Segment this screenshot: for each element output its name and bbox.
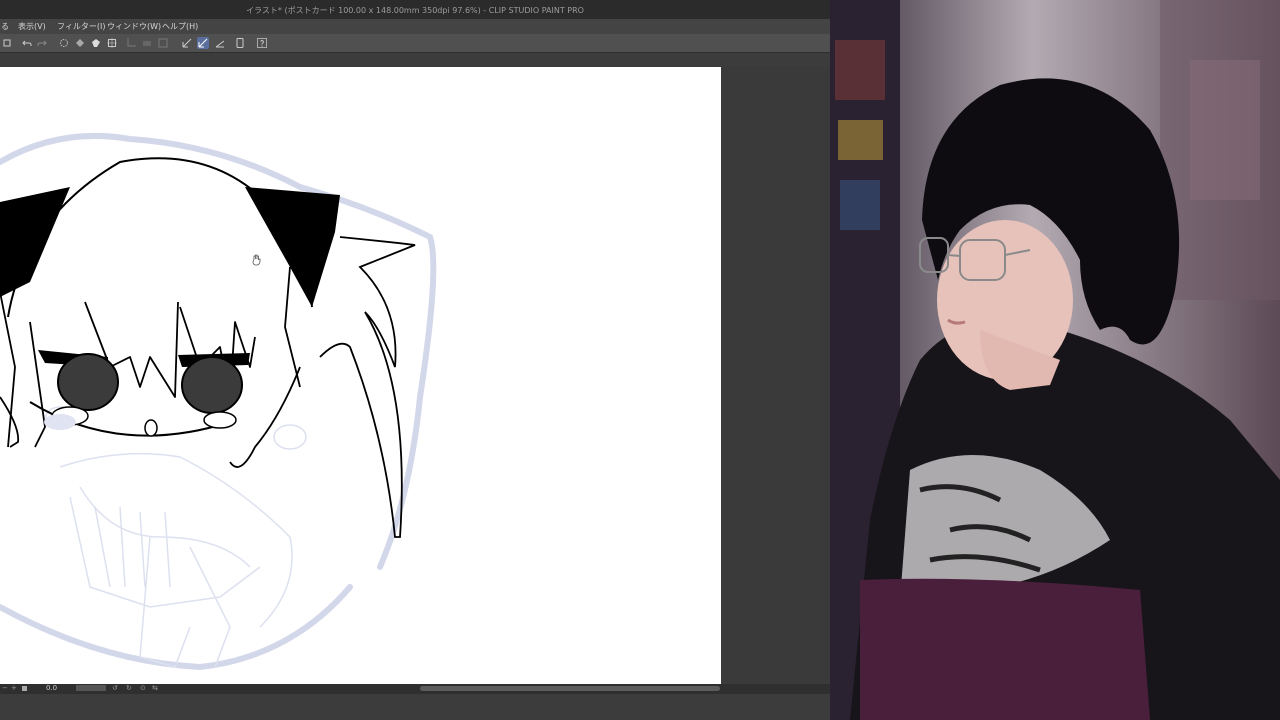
ruler-icon[interactable] (181, 37, 193, 49)
drawing-canvas[interactable] (0, 67, 721, 684)
rotate-right-icon[interactable]: ↻ (126, 684, 132, 693)
menu-item-help[interactable]: ヘルプ(H) (162, 19, 198, 34)
tool-property-strip (0, 53, 830, 66)
webcam-image (830, 0, 1280, 720)
menu-bar: る 表示(V) フィルター(I) ウィンドウ(W) ヘルプ(H) (0, 19, 830, 34)
window-title: イラスト* (ポストカード 100.00 x 148.00mm 350dpi 9… (246, 6, 584, 15)
fit-icon[interactable] (22, 686, 27, 691)
tablet-icon[interactable] (234, 37, 246, 49)
command-bar (0, 34, 830, 53)
help-icon[interactable] (256, 37, 268, 49)
clear-selection-icon[interactable] (58, 37, 70, 49)
sketch-body (45, 406, 307, 668)
right-ear (245, 187, 340, 307)
menu-item-view[interactable]: 表示(V) (18, 19, 46, 34)
title-bar: イラスト* (ポストカード 100.00 x 148.00mm 350dpi 9… (0, 0, 830, 19)
hand-cursor-icon (252, 254, 261, 266)
menu-item-partial[interactable]: る (1, 19, 9, 34)
clip-studio-window: イラスト* (ポストカード 100.00 x 148.00mm 350dpi 9… (0, 0, 830, 720)
undo-icon[interactable] (21, 37, 33, 49)
save-icon[interactable] (1, 37, 13, 49)
reset-rotation-icon[interactable]: ⊙ (140, 684, 146, 693)
snap-ruler-icon[interactable] (197, 37, 209, 49)
zoom-out-icon[interactable]: − (2, 684, 8, 693)
layer-icon[interactable] (141, 37, 153, 49)
zoom-in-icon[interactable]: + (11, 684, 17, 693)
mask-icon[interactable] (157, 37, 169, 49)
transform-icon[interactable] (106, 37, 118, 49)
crop-icon[interactable] (125, 37, 137, 49)
rotate-left-icon[interactable]: ↺ (112, 684, 118, 693)
flip-icon[interactable]: ⇆ (152, 684, 158, 693)
menu-item-filter[interactable]: フィルター(I) (57, 19, 105, 34)
fill-icon[interactable] (74, 37, 86, 49)
right-blush (203, 411, 237, 429)
zoom-value[interactable]: 0.0 (46, 684, 57, 693)
snap-special-ruler-icon[interactable] (214, 37, 226, 49)
left-blush-fill (44, 414, 76, 430)
right-eye (181, 356, 243, 414)
lower-panel (0, 694, 830, 720)
horizontal-scrollbar[interactable] (420, 686, 720, 691)
side-hair (229, 236, 416, 538)
mouth (144, 419, 158, 437)
bucket-icon[interactable] (90, 37, 102, 49)
chibi-illustration (0, 132, 437, 671)
menu-item-window[interactable]: ウィンドウ(W) (107, 19, 161, 34)
redo-icon[interactable] (36, 37, 48, 49)
zoom-slider[interactable] (76, 685, 106, 691)
webcam-feed (830, 0, 1280, 720)
head-outline (7, 157, 313, 318)
chair (860, 578, 1150, 720)
left-eye (57, 353, 119, 411)
